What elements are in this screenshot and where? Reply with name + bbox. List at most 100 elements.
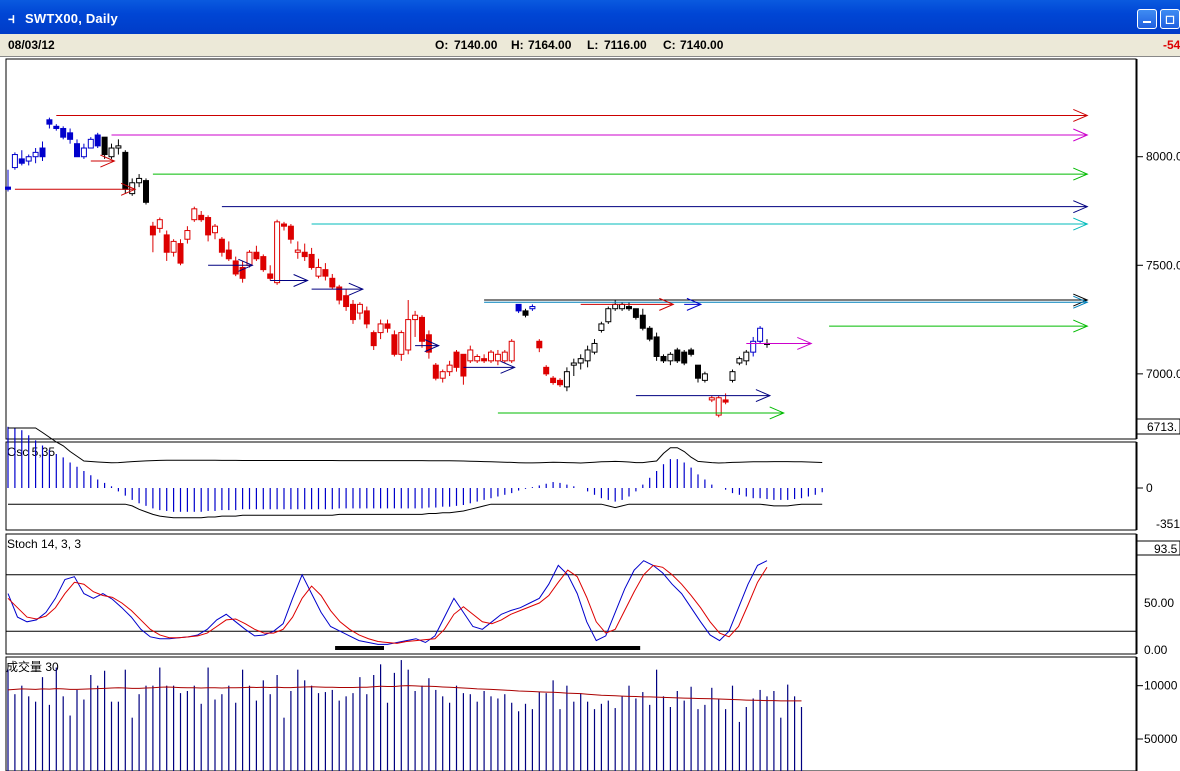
candle-body [598,323,605,331]
candle-body [11,154,18,169]
candle-body [294,249,301,253]
open-label: O: [435,38,449,52]
candle-body [667,353,674,362]
candle-body [149,225,156,236]
candle-body [722,399,729,403]
candle-body [205,217,212,236]
candle-body [5,186,11,190]
candle-body [67,132,74,140]
high-label: H: [511,38,524,52]
candle-body [612,303,619,310]
chart-area[interactable]: 8000.0 7500.0 7000.0 6713. Osc 5,35 0 -351 Stoc… [0,56,1180,771]
osc-pane [5,441,1137,531]
candle-body [522,310,529,316]
candle-body [398,332,405,355]
candle-body [529,306,536,310]
bar-date: 08/03/12 [8,38,55,52]
volume-pane [5,656,1137,771]
candle-body [481,358,488,362]
candle-body [343,295,350,308]
candle-body [329,277,336,288]
window-titlebar: ⫞ SWTX00, Daily ◻ [0,0,1180,34]
candle-body [253,251,260,260]
osc-tick-min: -351 [1156,517,1180,531]
candle-body [108,147,115,158]
candle-body [681,351,688,364]
minimize-icon [1143,21,1151,23]
stoch-last-label: 93.5 [1154,542,1178,556]
candle-body [757,327,764,342]
candle-body [170,240,177,253]
candle-body [232,260,239,275]
price-tick-label: 7500.0 [1146,258,1180,272]
last-price-label: 6713. [1147,420,1177,434]
candle-body [356,303,363,314]
chart-app-icon[interactable]: ⫞ [8,10,15,27]
candle-body [688,349,695,355]
candle-body [536,340,543,349]
close-value: 7140.00 [680,38,724,52]
candle-body [315,266,322,277]
candle-body [25,156,32,162]
candle-body [474,355,481,362]
candle-body [177,243,184,264]
candle-body [674,349,681,362]
candle-body [570,362,577,366]
volume-tick-label: 10000 [1144,679,1178,693]
candle-body [53,125,60,129]
candle-body [136,177,143,184]
candle-body [439,371,446,379]
candle-body [74,143,80,158]
candle-body [660,355,667,362]
candle-body [591,342,598,353]
candle-body [32,151,39,158]
candle-body [370,332,377,347]
candle-body [274,221,281,284]
candle-body [695,364,701,379]
candle-body [653,336,660,357]
candle-body [632,308,639,318]
candle-body [584,349,591,362]
candle-body [260,256,267,271]
price-tick-label: 7000.0 [1146,367,1180,381]
candle-body [377,323,384,334]
candle-body [308,253,315,268]
candle-body [122,151,129,190]
candle-body [184,230,191,240]
candle-body [46,119,53,125]
candle-body [80,147,87,158]
candle-body [577,358,584,364]
candle-body [87,138,94,149]
candle-body [736,358,743,364]
candle-body [218,238,225,253]
candle-body [156,219,163,229]
candle-body [287,225,294,240]
minimize-button[interactable] [1137,9,1157,29]
candle-body [212,225,218,234]
candle-body [281,223,287,227]
restore-icon: ◻ [1165,12,1175,26]
stoch-title: Stoch 14, 3, 3 [7,537,81,551]
candle-body [163,234,170,253]
stoch-pane [5,533,1137,655]
candle-body [405,319,412,351]
candle-body [391,334,398,355]
candle-body [432,364,439,379]
candle-body [301,251,308,258]
candle-body [743,351,750,362]
restore-button[interactable]: ◻ [1160,9,1180,29]
candle-body [460,353,467,377]
candle-body [101,136,108,156]
candle-body [708,397,715,401]
candle-body [501,351,508,362]
candle-body [467,349,474,362]
candle-body [412,314,419,321]
candle-body [191,208,198,221]
candle-body [543,366,550,375]
candle-body [453,351,460,368]
candle-body [267,273,274,279]
high-value: 7164.00 [528,38,572,52]
candle-body [494,353,501,362]
close-label: C: [663,38,676,52]
candle-body [94,134,101,147]
